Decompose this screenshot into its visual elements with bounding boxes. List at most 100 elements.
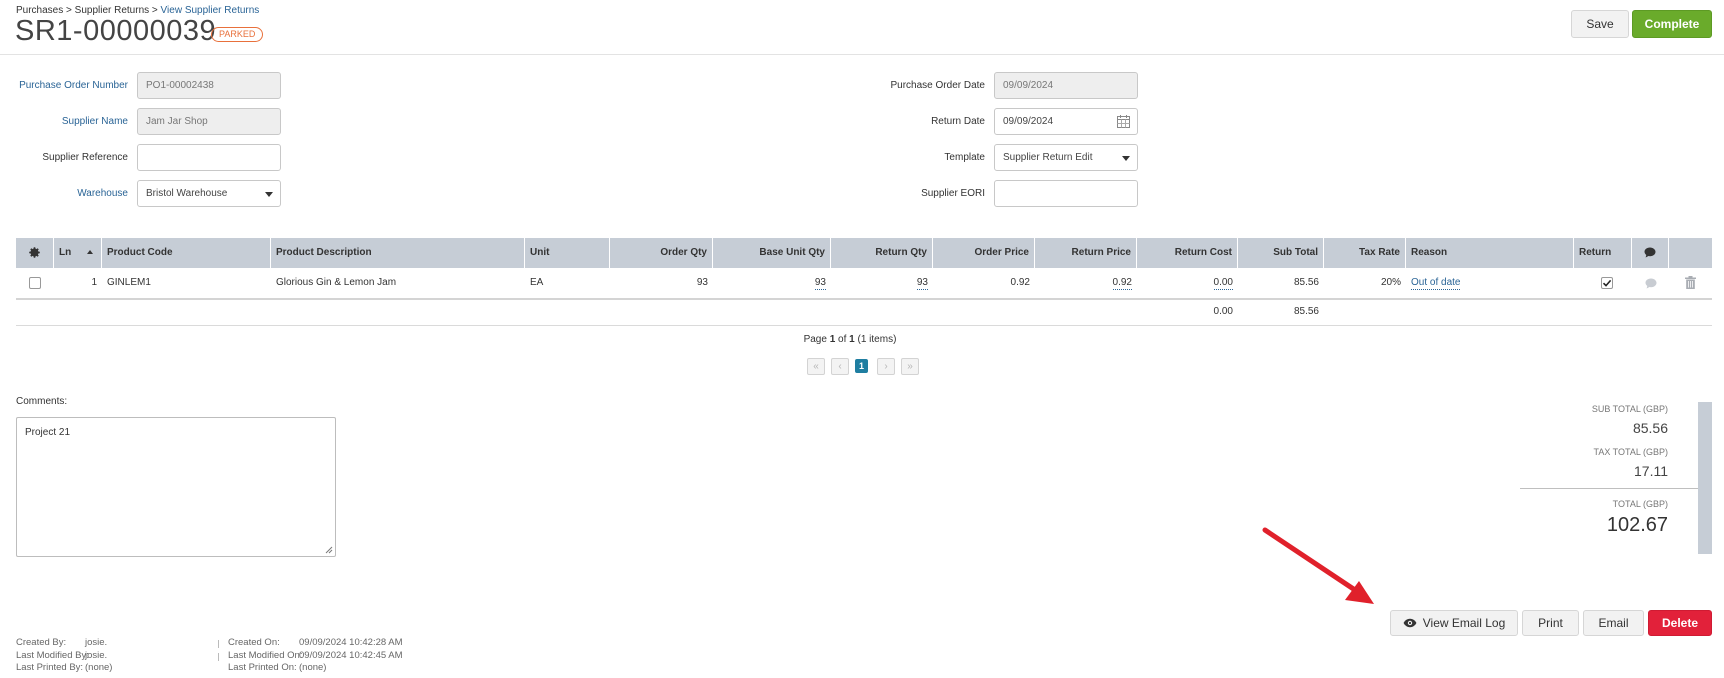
supplier-eori-label: Supplier EORI xyxy=(921,188,985,199)
sub-total-label: SUB TOTAL (GBP) xyxy=(1591,404,1668,414)
comment-icon xyxy=(1644,247,1656,258)
email-button[interactable]: Email xyxy=(1583,610,1644,636)
gear-icon[interactable] xyxy=(28,246,41,259)
pager-last-button[interactable]: » xyxy=(901,358,919,375)
header-product-description[interactable]: Product Description xyxy=(271,238,525,268)
table-row[interactable]: 1 GINLEM1 Glorious Gin & Lemon Jam EA 93… xyxy=(16,268,1712,298)
cell-sub-total: 85.56 xyxy=(1293,277,1319,288)
created-on-label: Created On: xyxy=(228,637,280,648)
return-qty-value[interactable]: 93 xyxy=(916,277,928,290)
header-base-unit-qty[interactable]: Base Unit Qty xyxy=(713,238,831,268)
chevron-left-icon: ‹ xyxy=(838,361,842,372)
header-product-code[interactable]: Product Code xyxy=(102,238,271,268)
pager-first-button[interactable]: « xyxy=(807,358,825,375)
last-modified-by-value: josie. xyxy=(85,650,108,661)
cell-order-qty: 93 xyxy=(696,277,708,288)
last-printed-by-value: (none) xyxy=(85,662,113,673)
delete-button[interactable]: Delete xyxy=(1648,610,1712,636)
cell-return-qty[interactable]: 93 xyxy=(831,268,933,298)
pager-info: Page 1 of 1 (1 items) xyxy=(803,334,897,345)
return-cost-value[interactable]: 0.00 xyxy=(1213,277,1233,290)
cell-return-price[interactable]: 0.92 xyxy=(1035,268,1137,298)
totals-accent-bar xyxy=(1698,402,1712,554)
header-sub-total[interactable]: Sub Total xyxy=(1238,238,1324,268)
header-return-qty[interactable]: Return Qty xyxy=(831,238,933,268)
annotation-arrow-icon xyxy=(1262,527,1374,604)
header-comments xyxy=(1632,238,1669,268)
return-checkbox[interactable] xyxy=(1601,277,1613,289)
header-return[interactable]: Return xyxy=(1574,238,1632,268)
header-unit[interactable]: Unit xyxy=(525,238,610,268)
template-select[interactable]: Supplier Return Edit xyxy=(994,144,1138,171)
double-chevron-right-icon: » xyxy=(907,361,913,372)
return-date-label: Return Date xyxy=(931,116,985,127)
comments-label: Comments: xyxy=(16,396,68,407)
header-order-qty[interactable]: Order Qty xyxy=(610,238,713,268)
comment-icon[interactable] xyxy=(1645,278,1657,289)
po-number-label[interactable]: Purchase Order Number xyxy=(16,80,128,91)
po-date-label: Purchase Order Date xyxy=(890,80,986,91)
warehouse-select[interactable]: Bristol Warehouse xyxy=(137,180,281,207)
audit-divider xyxy=(218,640,219,648)
cell-return-cost[interactable]: 0.00 xyxy=(1137,268,1238,298)
last-printed-on-value: (none) xyxy=(299,662,327,673)
totals-panel: SUB TOTAL (GBP) 85.56 TAX TOTAL (GBP) 17… xyxy=(1520,402,1712,554)
warehouse-label[interactable]: Warehouse xyxy=(16,188,128,199)
save-button[interactable]: Save xyxy=(1571,10,1629,38)
resize-handle-icon[interactable] xyxy=(325,546,333,554)
return-price-value[interactable]: 0.92 xyxy=(1112,277,1132,290)
last-modified-by-label: Last Modified By: xyxy=(16,650,89,661)
status-badge: PARKED xyxy=(211,27,264,42)
page-title: SR1-00000039 xyxy=(15,15,217,47)
checkmark-icon xyxy=(1602,279,1612,287)
cell-ln: 1 xyxy=(91,277,97,288)
print-button[interactable]: Print xyxy=(1522,610,1579,636)
cell-unit: EA xyxy=(530,277,544,288)
pager-next-button[interactable]: › xyxy=(877,358,895,375)
column-settings[interactable] xyxy=(16,238,54,268)
header-tax-rate[interactable]: Tax Rate xyxy=(1324,238,1406,268)
header-return-cost[interactable]: Return Cost xyxy=(1137,238,1238,268)
return-date-input[interactable]: 09/09/2024 xyxy=(994,108,1138,135)
pager-prev-button[interactable]: ‹ xyxy=(831,358,849,375)
audit-divider xyxy=(218,653,219,661)
grid-header: Ln Product Code Product Description Unit… xyxy=(16,238,1712,268)
cell-order-price: 0.92 xyxy=(1010,277,1030,288)
chevron-down-icon xyxy=(265,192,273,197)
header-return-price[interactable]: Return Price xyxy=(1035,238,1137,268)
po-date-field: 09/09/2024 xyxy=(994,72,1138,99)
tax-total-label: TAX TOTAL (GBP) xyxy=(1593,447,1668,457)
trash-icon[interactable] xyxy=(1685,276,1696,289)
base-unit-qty-value[interactable]: 93 xyxy=(814,277,826,290)
last-printed-on-label: Last Printed On: xyxy=(228,662,297,673)
template-label: Template xyxy=(944,152,985,163)
header-ln[interactable]: Ln xyxy=(54,238,102,268)
cell-base-unit-qty[interactable]: 93 xyxy=(713,268,831,298)
reason-value[interactable]: Out of date xyxy=(1411,277,1461,290)
footer-return-cost: 0.00 xyxy=(1213,306,1233,317)
last-printed-by-label: Last Printed By: xyxy=(16,662,84,673)
chevron-down-icon xyxy=(1122,156,1130,161)
comments-textarea[interactable]: Project 21 xyxy=(16,417,336,557)
supplier-name-label[interactable]: Supplier Name xyxy=(16,116,128,127)
supplier-name-field: Jam Jar Shop xyxy=(137,108,281,135)
footer-sub-total: 85.56 xyxy=(1293,306,1319,317)
header-reason[interactable]: Reason xyxy=(1406,238,1574,268)
sub-total-value: 85.56 xyxy=(1632,420,1668,436)
header-divider xyxy=(0,54,1724,55)
supplier-eori-input[interactable] xyxy=(994,180,1138,207)
complete-button[interactable]: Complete xyxy=(1632,10,1712,38)
supplier-reference-input[interactable] xyxy=(137,144,281,171)
comments-value: Project 21 xyxy=(25,427,71,438)
calendar-icon[interactable] xyxy=(1117,115,1130,128)
view-email-log-button[interactable]: View Email Log xyxy=(1390,610,1518,636)
created-by-label: Created By: xyxy=(16,637,67,648)
return-date-value: 09/09/2024 xyxy=(1003,116,1054,127)
cell-reason[interactable]: Out of date xyxy=(1406,268,1574,298)
header-order-price[interactable]: Order Price xyxy=(933,238,1035,268)
row-select-checkbox[interactable] xyxy=(29,277,41,289)
eye-icon xyxy=(1403,618,1417,628)
pager-page-1[interactable]: 1 xyxy=(855,359,868,373)
total-label: TOTAL (GBP) xyxy=(1612,499,1668,509)
grid-footer-divider xyxy=(16,325,1712,326)
